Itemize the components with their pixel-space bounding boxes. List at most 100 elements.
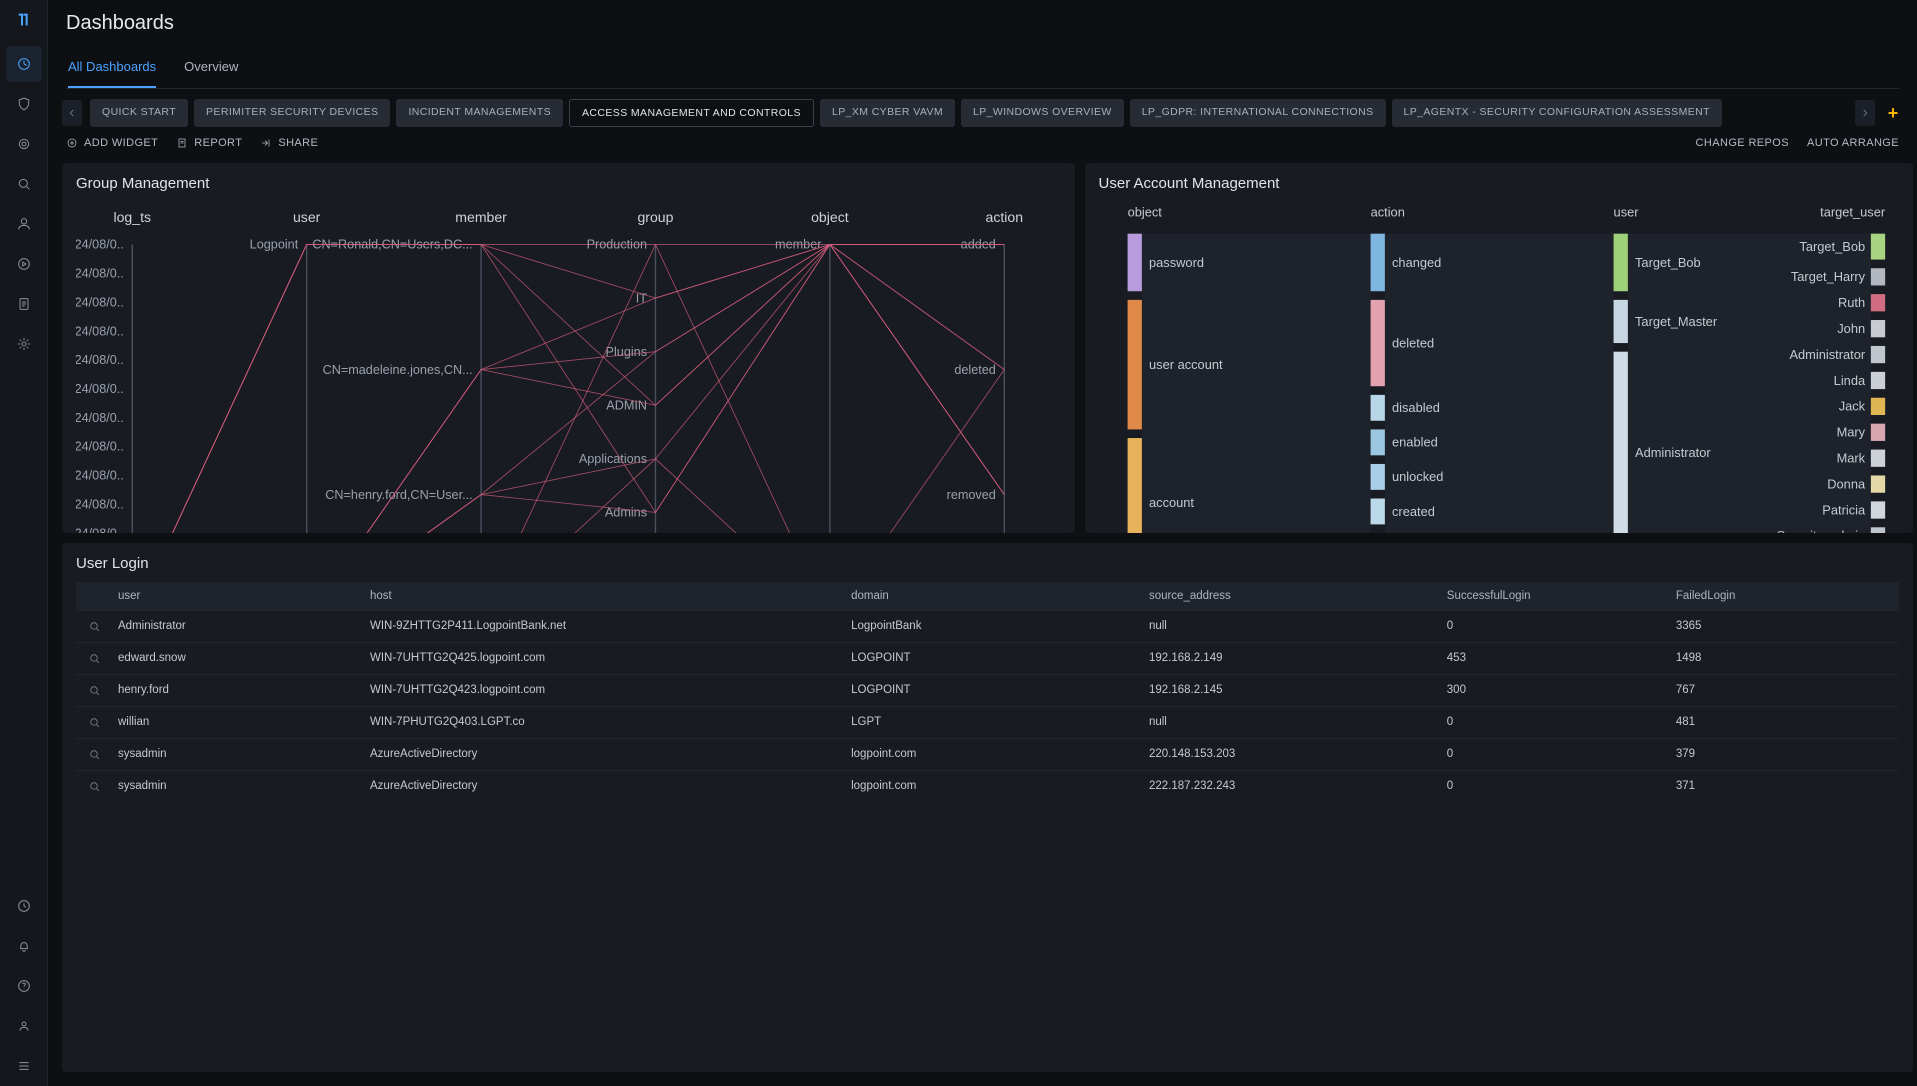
nav-play-icon[interactable] [6, 246, 42, 282]
table-row: sysadminAzureActiveDirectorylogpoint.com… [76, 738, 1899, 770]
nav-shield-icon[interactable] [6, 86, 42, 122]
dashboard-chip-strip: QUICK STARTPERIMITER SECURITY DEVICESINC… [90, 99, 1847, 127]
group-management-chart[interactable]: log_tsusermembergroupobjectaction2024/08… [76, 202, 1061, 533]
table-cell: 3365 [1670, 611, 1899, 642]
svg-text:2024/08/0..: 2024/08/0.. [76, 324, 124, 338]
svg-text:deleted: deleted [954, 363, 995, 377]
row-search-icon[interactable] [76, 707, 112, 738]
svg-text:Administrator: Administrator [1789, 347, 1865, 362]
dashboard-chip[interactable]: LP_AGENTX - SECURITY CONFIGURATION ASSES… [1392, 99, 1722, 127]
dashboard-chip[interactable]: ACCESS MANAGEMENT AND CONTROLS [569, 99, 814, 127]
table-cell: edward.snow [112, 643, 364, 674]
dashboard-chip[interactable]: INCIDENT MANAGEMENTS [396, 99, 563, 127]
svg-text:Target_Bob: Target_Bob [1635, 255, 1701, 270]
svg-text:Target_Master: Target_Master [1635, 314, 1718, 329]
nav-list-icon[interactable] [6, 1048, 42, 1084]
widget-user-account-management: User Account Management objectactionuser… [1085, 163, 1913, 533]
svg-text:object: object [811, 209, 849, 225]
table-cell: logpoint.com [845, 771, 1143, 802]
auto-arrange-label: AUTO ARRANGE [1807, 137, 1899, 149]
dashboard-chip[interactable]: LP_GDPR: INTERNATIONAL CONNECTIONS [1130, 99, 1386, 127]
tab-overview[interactable]: Overview [184, 49, 238, 88]
user-account-management-chart[interactable]: objectactionusertarget_userpassworduser … [1099, 202, 1899, 533]
table-cell: 220.148.153.203 [1143, 739, 1441, 770]
dashboards-scroll-left[interactable] [62, 100, 82, 126]
table-header-cell[interactable]: source_address [1143, 582, 1441, 610]
change-repos-button[interactable]: CHANGE REPOS [1696, 137, 1789, 149]
dashboards-scroll-right[interactable] [1855, 100, 1875, 126]
row-search-icon[interactable] [76, 643, 112, 674]
table-header-cell[interactable]: user [112, 582, 364, 610]
svg-text:2024/08/0..: 2024/08/0.. [76, 238, 124, 252]
user-login-table: userhostdomainsource_addressSuccessfulLo… [76, 582, 1899, 802]
dashboard-chip[interactable]: QUICK START [90, 99, 188, 127]
table-row: sysadminAzureActiveDirectorylogpoint.com… [76, 770, 1899, 802]
svg-text:Linda: Linda [1833, 373, 1865, 388]
row-search-icon[interactable] [76, 611, 112, 642]
left-nav-rail [0, 0, 48, 1086]
nav-bell-icon[interactable] [6, 928, 42, 964]
svg-text:removed: removed [947, 488, 996, 502]
table-cell: AzureActiveDirectory [364, 739, 845, 770]
table-cell: logpoint.com [845, 739, 1143, 770]
table-header-cell[interactable]: SuccessfulLogin [1441, 582, 1670, 610]
change-repos-label: CHANGE REPOS [1696, 137, 1789, 149]
widget-group-management: Group Management log_tsusermembergroupob… [62, 163, 1075, 533]
svg-text:2024/08/0..: 2024/08/0.. [76, 469, 124, 483]
svg-text:CN=madeleine.jones,CN...: CN=madeleine.jones,CN... [323, 363, 473, 377]
dashboard-chip[interactable]: PERIMITER SECURITY DEVICES [194, 99, 390, 127]
table-cell: 0 [1441, 771, 1670, 802]
table-header-cell[interactable]: domain [845, 582, 1143, 610]
dashboard-chip[interactable]: LP_WINDOWS OVERVIEW [961, 99, 1124, 127]
table-row: willianWIN-7PHUTG2Q403.LGPT.coLGPTnull04… [76, 706, 1899, 738]
report-label: REPORT [194, 137, 242, 149]
svg-text:Logpoint: Logpoint [250, 238, 299, 252]
svg-text:log_ts: log_ts [113, 209, 151, 225]
tab-all-dashboards[interactable]: All Dashboards [68, 49, 156, 88]
svg-text:unlocked: unlocked [1392, 469, 1443, 484]
nav-gear-icon[interactable] [6, 326, 42, 362]
report-button[interactable]: REPORT [176, 137, 242, 149]
nav-target-icon[interactable] [6, 126, 42, 162]
tabs-bar: All Dashboards Overview [66, 49, 1899, 89]
table-cell: 371 [1670, 771, 1899, 802]
add-widget-button[interactable]: ADD WIDGET [66, 137, 158, 149]
svg-text:user account: user account [1149, 357, 1223, 372]
row-search-icon[interactable] [76, 675, 112, 706]
svg-text:Target_Bob: Target_Bob [1799, 239, 1865, 254]
table-cell: 481 [1670, 707, 1899, 738]
row-search-icon[interactable] [76, 739, 112, 770]
table-header-cell[interactable]: host [364, 582, 845, 610]
nav-search-icon[interactable] [6, 166, 42, 202]
nav-user-icon[interactable] [6, 206, 42, 242]
nav-dashboards-icon[interactable] [6, 46, 42, 82]
svg-text:disabled: disabled [1392, 400, 1440, 415]
add-widget-label: ADD WIDGET [84, 137, 158, 149]
nav-clock-icon[interactable] [6, 888, 42, 924]
svg-text:object: object [1127, 204, 1162, 219]
svg-text:Target_Harry: Target_Harry [1790, 269, 1865, 284]
auto-arrange-button[interactable]: AUTO ARRANGE [1807, 137, 1899, 149]
table-row: henry.fordWIN-7UHTTG2Q423.logpoint.comLO… [76, 674, 1899, 706]
nav-profile-icon[interactable] [6, 1008, 42, 1044]
svg-text:ADMIN: ADMIN [606, 398, 647, 412]
svg-text:2024/08/0..: 2024/08/0.. [76, 382, 124, 396]
nav-report-icon[interactable] [6, 286, 42, 322]
table-cell: null [1143, 707, 1441, 738]
table-cell: willian [112, 707, 364, 738]
svg-text:action: action [1370, 204, 1404, 219]
svg-text:target_user: target_user [1820, 204, 1886, 219]
svg-text:Security_admin: Security_admin [1776, 528, 1865, 533]
svg-text:Plugins: Plugins [606, 345, 647, 359]
table-cell: 379 [1670, 739, 1899, 770]
svg-text:changed: changed [1392, 255, 1441, 270]
svg-text:member: member [455, 209, 507, 225]
dashboard-chip[interactable]: LP_XM CYBER VAVM [820, 99, 955, 127]
svg-text:Administrator: Administrator [1635, 445, 1711, 460]
table-cell: WIN-9ZHTTG2P411.LogpointBank.net [364, 611, 845, 642]
share-button[interactable]: SHARE [260, 137, 318, 149]
row-search-icon[interactable] [76, 771, 112, 802]
table-header-cell[interactable]: FailedLogin [1670, 582, 1899, 610]
add-dashboard-button[interactable]: + [1883, 103, 1903, 124]
nav-help-icon[interactable] [6, 968, 42, 1004]
